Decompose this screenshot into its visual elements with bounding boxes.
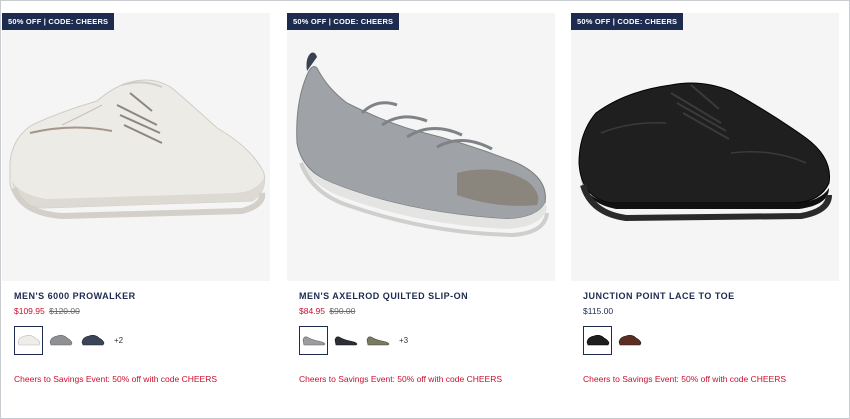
olive-slipon-thumb-icon	[366, 336, 389, 346]
black-lace-up-image	[578, 82, 832, 222]
swatch-grey[interactable]	[46, 326, 75, 355]
brown-laceup-thumb-icon	[618, 335, 641, 346]
swatch-white[interactable]	[14, 325, 43, 355]
promo-badge: 50% OFF | CODE: CHEERS	[2, 13, 115, 30]
product-image[interactable]: 50% OFF | CODE: CHEERS	[287, 13, 555, 281]
swatch-black[interactable]	[331, 326, 360, 355]
sale-price: $84.95	[299, 306, 325, 316]
grey-slipon-thumb-icon	[302, 336, 325, 346]
product-card[interactable]: 50% OFF | CODE: CHEERS MEN'S 6000 PROWAL…	[2, 13, 270, 413]
white-shoe-thumb-icon	[17, 335, 40, 346]
navy-shoe-thumb-icon	[81, 335, 104, 346]
swatch-black[interactable]	[583, 325, 612, 355]
black-laceup-thumb-icon	[586, 335, 609, 346]
swatch-olive[interactable]	[363, 326, 392, 355]
grey-slip-on-image	[296, 52, 549, 238]
promo-badge: 50% OFF | CODE: CHEERS	[571, 13, 684, 30]
black-slipon-thumb-icon	[334, 336, 357, 346]
price-row: $109.95 $120.00	[14, 306, 80, 316]
sale-price: $109.95	[14, 306, 45, 316]
color-swatches: +2	[14, 325, 123, 355]
price: $115.00	[583, 306, 614, 316]
color-swatches	[583, 325, 647, 355]
product-image[interactable]: 50% OFF | CODE: CHEERS	[2, 13, 270, 281]
grey-shoe-thumb-icon	[49, 335, 72, 346]
more-colors-count[interactable]: +3	[399, 336, 408, 345]
product-card[interactable]: 50% OFF | CODE: CHEERS JUNCTION POINT LA…	[571, 13, 839, 413]
product-image[interactable]: 50% OFF | CODE: CHEERS	[571, 13, 839, 281]
promo-badge: 50% OFF | CODE: CHEERS	[287, 13, 400, 30]
promo-message: Cheers to Savings Event: 50% off with co…	[14, 374, 217, 384]
more-colors-count[interactable]: +2	[114, 336, 123, 345]
color-swatches: +3	[299, 325, 408, 355]
product-name[interactable]: MEN'S AXELROD QUILTED SLIP-ON	[299, 291, 468, 301]
price-row: $84.95 $90.00	[299, 306, 355, 316]
white-sneaker-image	[9, 79, 266, 220]
swatch-brown[interactable]	[615, 326, 644, 355]
original-price: $90.00	[329, 306, 356, 316]
promo-message: Cheers to Savings Event: 50% off with co…	[299, 374, 502, 384]
promo-message: Cheers to Savings Event: 50% off with co…	[583, 374, 786, 384]
product-name[interactable]: MEN'S 6000 PROWALKER	[14, 291, 136, 301]
product-name[interactable]: JUNCTION POINT LACE TO TOE	[583, 291, 735, 301]
swatch-grey[interactable]	[299, 325, 328, 355]
original-price: $120.00	[49, 306, 80, 316]
price-row: $115.00	[583, 306, 613, 316]
product-card[interactable]: 50% OFF | CODE: CHEERS MEN'S AXELROD QUI…	[287, 13, 555, 413]
swatch-navy[interactable]	[78, 326, 107, 355]
